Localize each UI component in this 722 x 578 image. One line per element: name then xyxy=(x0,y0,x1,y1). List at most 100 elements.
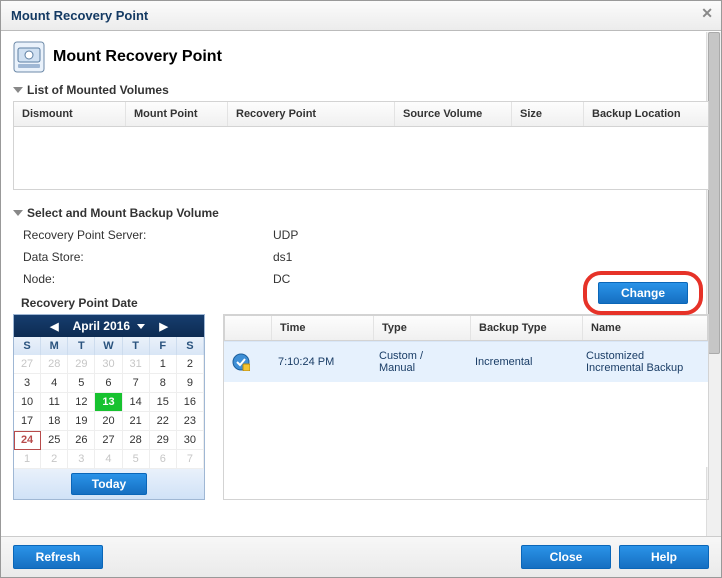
calendar-header: ◀ April 2016 ▶ xyxy=(14,315,204,337)
calendar-day-cell[interactable]: 19 xyxy=(68,412,95,431)
col-dismount[interactable]: Dismount xyxy=(14,102,126,126)
calendar-day-cell[interactable]: 13 xyxy=(95,393,122,412)
mount-recovery-point-window: Mount Recovery Point ✕ Mount Recovery Po… xyxy=(0,0,722,578)
calendar-day-cell[interactable]: 7 xyxy=(177,450,204,469)
today-button[interactable]: Today xyxy=(71,473,147,495)
calendar-days-grid: 2728293031123456789101112131415161718192… xyxy=(14,355,204,469)
calendar-day-cell[interactable]: 5 xyxy=(123,450,150,469)
mounted-volumes-section-header[interactable]: List of Mounted Volumes xyxy=(13,83,709,97)
close-icon[interactable]: ✕ xyxy=(701,5,713,22)
calendar-day-cell[interactable]: 11 xyxy=(41,393,68,412)
col-recovery-point[interactable]: Recovery Point xyxy=(228,102,395,126)
calendar-day-cell[interactable]: 9 xyxy=(177,374,204,393)
mounted-volumes-grid-body xyxy=(13,127,709,190)
col-backup-location[interactable]: Backup Location xyxy=(584,102,708,126)
calendar-day-cell[interactable]: 23 xyxy=(177,412,204,431)
calendar-day-cell[interactable]: 24 xyxy=(14,431,41,450)
recovery-point-server-row: Recovery Point Server: UDP xyxy=(13,224,709,246)
chevron-down-icon xyxy=(13,210,23,216)
col-name[interactable]: Name xyxy=(583,316,707,340)
calendar-dow-cell: T xyxy=(68,337,95,355)
calendar-day-cell[interactable]: 18 xyxy=(41,412,68,431)
page-header: Mount Recovery Point xyxy=(13,41,709,73)
col-backup-type[interactable]: Backup Type xyxy=(471,316,583,340)
col-size[interactable]: Size xyxy=(512,102,584,126)
col-mount-point[interactable]: Mount Point xyxy=(126,102,228,126)
calendar-day-cell[interactable]: 12 xyxy=(68,393,95,412)
calendar-dow-cell: S xyxy=(14,337,41,355)
calendar-month-label[interactable]: April 2016 xyxy=(73,319,146,333)
calendar-dow-cell: W xyxy=(95,337,122,355)
calendar-day-cell[interactable]: 17 xyxy=(14,412,41,431)
calendar-day-cell[interactable]: 31 xyxy=(123,355,150,374)
calendar-day-cell[interactable]: 16 xyxy=(177,393,204,412)
rp-backup-type: Incremental xyxy=(467,348,578,376)
rp-type: Custom / Manual xyxy=(371,342,467,382)
col-type[interactable]: Type xyxy=(374,316,471,340)
window-titlebar: Mount Recovery Point ✕ xyxy=(1,1,721,31)
help-button[interactable]: Help xyxy=(619,545,709,569)
calendar-day-cell[interactable]: 27 xyxy=(14,355,41,374)
calendar-day-cell[interactable]: 1 xyxy=(150,355,177,374)
close-button[interactable]: Close xyxy=(521,545,611,569)
calendar-day-cell[interactable]: 30 xyxy=(95,355,122,374)
calendar-day-cell[interactable]: 7 xyxy=(123,374,150,393)
calendar-day-cell[interactable]: 25 xyxy=(41,431,68,450)
change-button[interactable]: Change xyxy=(598,282,688,304)
calendar-day-cell[interactable]: 3 xyxy=(68,450,95,469)
calendar-day-cell[interactable]: 2 xyxy=(177,355,204,374)
calendar-day-cell[interactable]: 2 xyxy=(41,450,68,469)
calendar-day-cell[interactable]: 10 xyxy=(14,393,41,412)
select-mount-section-header[interactable]: Select and Mount Backup Volume xyxy=(13,206,709,220)
data-store-label: Data Store: xyxy=(23,250,273,264)
dialog-footer: Refresh Close Help xyxy=(1,536,721,577)
calendar-prev-icon[interactable]: ◀ xyxy=(44,320,64,333)
calendar-day-cell[interactable]: 3 xyxy=(14,374,41,393)
calendar-today-bar: Today xyxy=(14,469,204,499)
calendar-dow-row: SMTWTFS xyxy=(14,337,204,355)
calendar-day-cell[interactable]: 30 xyxy=(177,431,204,450)
col-time[interactable]: Time xyxy=(272,316,374,340)
recovery-points-table: Time Type Backup Type Name xyxy=(223,314,709,500)
window-title: Mount Recovery Point xyxy=(11,8,148,23)
page-title: Mount Recovery Point xyxy=(53,48,222,66)
calendar-dow-cell: F xyxy=(150,337,177,355)
calendar-day-cell[interactable]: 27 xyxy=(95,431,122,450)
calendar-day-cell[interactable]: 28 xyxy=(41,355,68,374)
rp-name: Customized Incremental Backup xyxy=(578,342,708,382)
calendar-dow-cell: M xyxy=(41,337,68,355)
calendar-day-cell[interactable]: 20 xyxy=(95,412,122,431)
calendar-dow-cell: T xyxy=(123,337,150,355)
mounted-volumes-title: List of Mounted Volumes xyxy=(27,83,169,97)
recovery-points-grid-header: Time Type Backup Type Name xyxy=(224,315,708,341)
calendar-day-cell[interactable]: 6 xyxy=(150,450,177,469)
chevron-down-icon xyxy=(137,324,145,329)
calendar-day-cell[interactable]: 29 xyxy=(150,431,177,450)
calendar-day-cell[interactable]: 29 xyxy=(68,355,95,374)
calendar-day-cell[interactable]: 15 xyxy=(150,393,177,412)
lower-panel: ◀ April 2016 ▶ SMTWTFS 27282930311234567… xyxy=(13,314,709,500)
calendar-day-cell[interactable]: 4 xyxy=(41,374,68,393)
calendar-day-cell[interactable]: 22 xyxy=(150,412,177,431)
calendar-day-cell[interactable]: 8 xyxy=(150,374,177,393)
calendar-next-icon[interactable]: ▶ xyxy=(153,320,173,333)
chevron-down-icon xyxy=(13,87,23,93)
refresh-button[interactable]: Refresh xyxy=(13,545,103,569)
calendar-day-cell[interactable]: 1 xyxy=(14,450,41,469)
calendar-day-cell[interactable]: 14 xyxy=(123,393,150,412)
disk-icon xyxy=(13,41,45,73)
recovery-point-server-value: UDP xyxy=(273,228,298,242)
calendar-day-cell[interactable]: 6 xyxy=(95,374,122,393)
recovery-point-row[interactable]: 7:10:24 PM Custom / Manual Incremental C… xyxy=(224,341,708,382)
col-source-volume[interactable]: Source Volume xyxy=(395,102,512,126)
calendar: ◀ April 2016 ▶ SMTWTFS 27282930311234567… xyxy=(13,314,205,500)
calendar-day-cell[interactable]: 28 xyxy=(123,431,150,450)
dialog-content: Mount Recovery Point List of Mounted Vol… xyxy=(1,31,721,529)
calendar-day-cell[interactable]: 21 xyxy=(123,412,150,431)
change-button-highlight: Change xyxy=(583,271,703,315)
calendar-day-cell[interactable]: 26 xyxy=(68,431,95,450)
recovery-point-icon xyxy=(224,345,270,379)
calendar-day-cell[interactable]: 5 xyxy=(68,374,95,393)
mounted-volumes-grid-header: Dismount Mount Point Recovery Point Sour… xyxy=(13,101,709,127)
calendar-day-cell[interactable]: 4 xyxy=(95,450,122,469)
